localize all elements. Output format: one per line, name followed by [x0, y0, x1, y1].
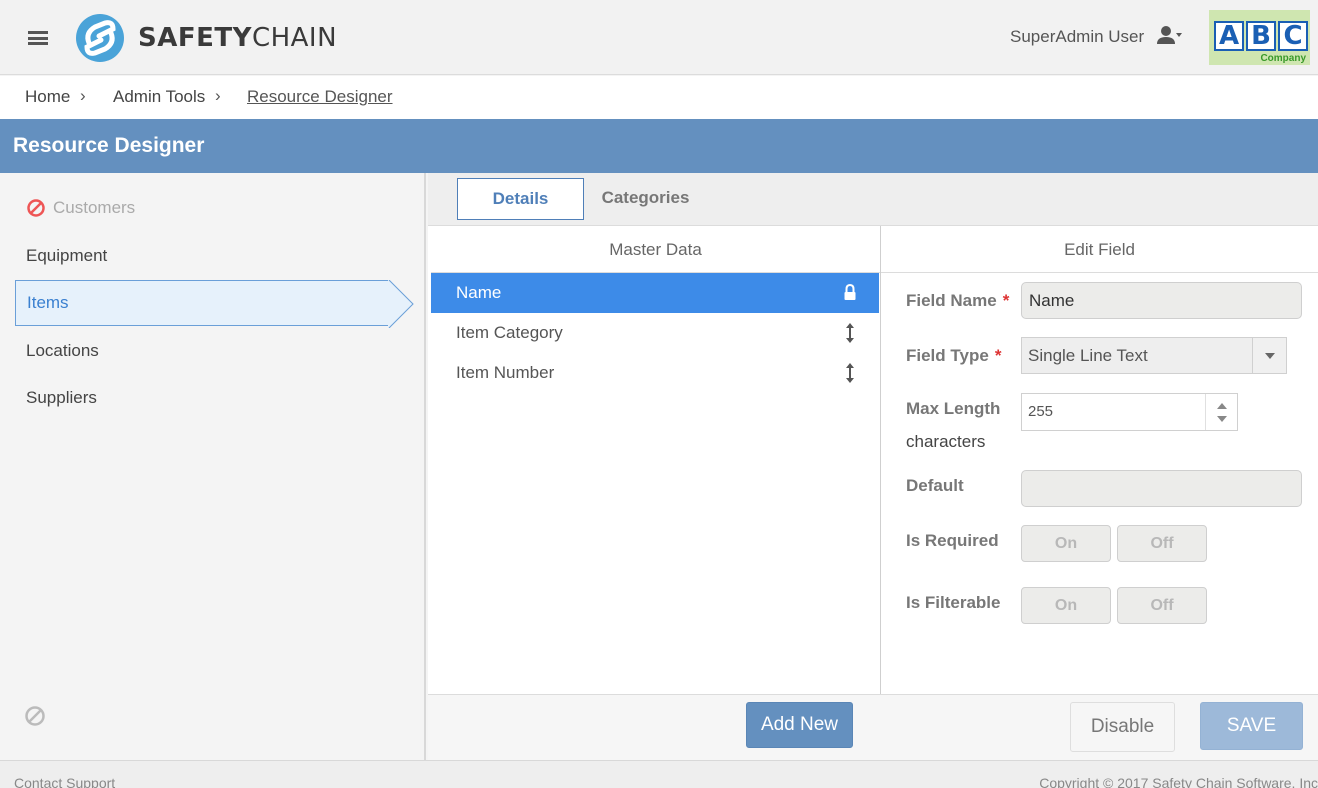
top-header: SAFETYCHAIN SuperAdmin User A B C Compan…	[0, 0, 1318, 75]
is-required-off-toggle[interactable]: Off	[1117, 525, 1207, 562]
company-logo-letter: C	[1278, 21, 1308, 51]
blocked-icon[interactable]	[24, 705, 46, 727]
master-data-heading: Master Data	[431, 226, 880, 273]
page-title: Resource Designer	[13, 134, 205, 157]
field-name-input[interactable]: Name	[1021, 282, 1302, 319]
company-logo-letter: B	[1246, 21, 1276, 51]
save-button[interactable]: SAVE	[1200, 702, 1303, 750]
is-required-label: Is Required	[906, 531, 999, 550]
field-type-value: Single Line Text	[1028, 346, 1148, 365]
sidebar-item-items[interactable]: Items	[15, 280, 389, 326]
list-item-label: Name	[456, 283, 502, 302]
list-item-name[interactable]: Name	[431, 273, 879, 313]
max-length-unit: characters	[906, 432, 986, 451]
field-type-select[interactable]: Single Line Text	[1021, 337, 1287, 374]
copyright-text: Copyright © 2017 Safety Chain Software, …	[1039, 775, 1318, 788]
tab-categories[interactable]: Categories	[588, 178, 703, 220]
breadcrumb-current[interactable]: Resource Designer	[247, 87, 393, 107]
title-bar: Resource Designer	[0, 119, 1318, 173]
breadcrumb-admin-tools[interactable]: Admin Tools	[113, 87, 205, 107]
action-bar: Add New Disable SAVE	[428, 694, 1318, 760]
default-label: Default	[906, 476, 964, 495]
default-input[interactable]	[1021, 470, 1302, 507]
breadcrumb-separator-icon: ›	[80, 86, 86, 105]
field-type-label: Field Type *	[906, 346, 1002, 365]
sidebar-item-suppliers[interactable]: Suppliers	[15, 375, 389, 421]
user-settings-icon[interactable]	[1157, 25, 1183, 45]
blocked-icon	[27, 199, 45, 217]
breadcrumb-home[interactable]: Home	[25, 87, 70, 107]
list-item-item-number[interactable]: Item Number	[431, 353, 879, 393]
sidebar-item-label: Customers	[53, 198, 136, 217]
number-stepper-icon[interactable]	[1205, 394, 1237, 430]
reorder-arrow-icon[interactable]	[843, 323, 857, 343]
tabs-bar: Details Categories	[428, 173, 1318, 226]
contact-support-link[interactable]: Contact Support	[14, 775, 115, 788]
list-item-label: Item Number	[456, 363, 555, 382]
list-item-item-category[interactable]: Item Category	[431, 313, 879, 353]
list-item-label: Item Category	[456, 323, 563, 342]
brand-name: SAFETYCHAIN	[138, 23, 338, 53]
page-footer: Contact Support Copyright © 2017 Safety …	[0, 760, 1318, 788]
sidebar-item-label: Items	[27, 293, 69, 312]
is-filterable-on-toggle[interactable]: On	[1021, 587, 1111, 624]
sidebar-item-equipment[interactable]: Equipment	[15, 233, 389, 279]
disable-button[interactable]: Disable	[1070, 702, 1175, 752]
max-length-input[interactable]: 255	[1021, 393, 1238, 431]
sidebar-item-customers[interactable]: Customers	[15, 185, 389, 231]
is-filterable-off-toggle[interactable]: Off	[1117, 587, 1207, 624]
breadcrumb-separator-icon: ›	[215, 86, 221, 105]
required-mark: *	[1002, 291, 1010, 310]
max-length-value: 255	[1028, 403, 1054, 420]
column-divider	[880, 226, 881, 694]
sidebar-item-label: Locations	[26, 341, 99, 360]
field-name-label: Field Name *	[906, 291, 1010, 310]
company-logo-letter: A	[1214, 21, 1244, 51]
main-panel: Details Categories Master Data Edit Fiel…	[428, 173, 1318, 760]
company-logo-caption: Company	[1260, 53, 1306, 64]
hamburger-icon[interactable]	[28, 31, 48, 45]
tab-details[interactable]: Details	[457, 178, 584, 220]
active-item-arrow	[388, 280, 414, 328]
user-name[interactable]: SuperAdmin User	[1010, 27, 1144, 47]
sidebar-item-label: Suppliers	[26, 388, 97, 407]
is-filterable-label: Is Filterable	[906, 593, 1001, 612]
sidebar-item-locations[interactable]: Locations	[15, 328, 389, 374]
safetychain-logo-icon	[76, 14, 124, 62]
is-required-on-toggle[interactable]: On	[1021, 525, 1111, 562]
reorder-arrow-icon[interactable]	[843, 363, 857, 383]
lock-icon	[844, 283, 856, 300]
sidebar: Customers Equipment Items Locations Supp…	[0, 173, 426, 760]
company-logo: A B C Company	[1209, 10, 1310, 65]
required-mark: *	[994, 346, 1002, 365]
max-length-label: Max Length	[906, 399, 1001, 418]
add-new-button[interactable]: Add New	[746, 702, 853, 748]
sidebar-item-label: Equipment	[26, 246, 108, 265]
safetychain-logo[interactable]: SAFETYCHAIN	[75, 13, 337, 63]
edit-field-heading: Edit Field	[881, 226, 1318, 273]
chevron-down-icon[interactable]	[1252, 338, 1286, 373]
breadcrumb: Home › Admin Tools › Resource Designer	[0, 76, 1318, 119]
